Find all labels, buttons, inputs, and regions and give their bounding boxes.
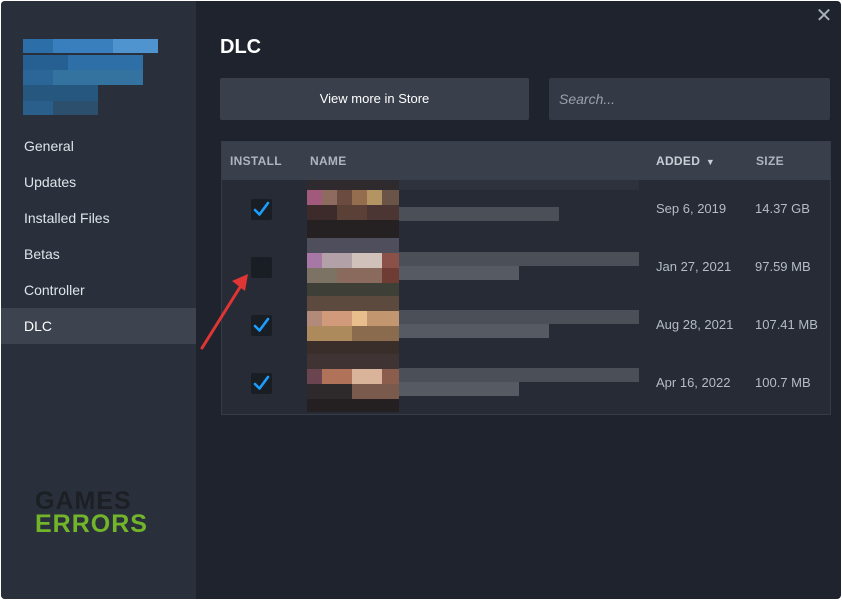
sort-desc-icon: ▼ [705,157,716,167]
dlc-name-blurred [399,354,639,412]
sidebar-item-dlc[interactable]: DLC [1,308,196,344]
table-row: Jan 27, 2021 97.59 MB [222,238,830,296]
checkmark-icon [253,317,270,332]
table-row: Apr 16, 2022 100.7 MB [222,354,830,412]
dlc-name-blurred [399,180,639,238]
sidebar-item-installed-files[interactable]: Installed Files [1,200,196,236]
dlc-size: 14.37 GB [755,201,810,216]
table-header: INSTALL NAME ADDED ▼ SIZE [222,142,830,180]
install-checkbox[interactable] [251,199,272,220]
close-icon[interactable]: ✕ [815,6,833,26]
dlc-name-blurred [399,296,639,354]
gameserrors-watermark-logo: GAMES ERRORS [35,489,148,538]
dlc-name-blurred [399,238,639,296]
column-header-size[interactable]: SIZE [756,142,784,180]
dlc-thumbnail-pixelated [307,180,399,238]
dlc-size: 97.59 MB [755,259,811,274]
dlc-settings-window: General Updates Installed Files Betas Co… [1,1,841,599]
sidebar-item-updates[interactable]: Updates [1,164,196,200]
game-logo-pixelated [23,39,173,115]
sidebar: General Updates Installed Files Betas Co… [1,1,196,599]
column-header-install[interactable]: INSTALL [230,142,282,180]
search-input[interactable] [549,78,830,120]
dlc-added-date: Aug 28, 2021 [656,317,734,332]
install-checkbox[interactable] [251,373,272,394]
checkmark-icon [253,375,270,390]
dlc-added-date: Sep 6, 2019 [656,201,727,216]
view-more-in-store-button[interactable]: View more in Store [220,78,529,120]
page-title: DLC [220,36,262,58]
dlc-added-date: Jan 27, 2021 [656,259,732,274]
checkmark-icon [253,201,270,216]
dlc-size: 107.41 MB [755,317,818,332]
sidebar-item-betas[interactable]: Betas [1,236,196,272]
column-header-added-label: ADDED [656,154,701,168]
sidebar-nav: General Updates Installed Files Betas Co… [1,128,196,344]
dlc-size: 100.7 MB [755,375,811,390]
sidebar-item-controller[interactable]: Controller [1,272,196,308]
column-header-added[interactable]: ADDED ▼ [656,142,715,181]
dlc-thumbnail-pixelated [307,354,399,412]
column-header-name[interactable]: NAME [310,142,347,180]
table-row: Aug 28, 2021 107.41 MB [222,296,830,354]
table-row: Sep 6, 2019 14.37 GB [222,180,830,238]
dlc-thumbnail-pixelated [307,238,399,296]
watermark-line-2: ERRORS [35,510,148,538]
dlc-added-date: Apr 16, 2022 [656,375,731,390]
sidebar-item-general[interactable]: General [1,128,196,164]
dlc-table: INSTALL NAME ADDED ▼ SIZE Sep 6, 2019 14… [221,141,831,415]
install-checkbox[interactable] [251,315,272,336]
dlc-thumbnail-pixelated [307,296,399,354]
install-checkbox[interactable] [251,257,272,278]
